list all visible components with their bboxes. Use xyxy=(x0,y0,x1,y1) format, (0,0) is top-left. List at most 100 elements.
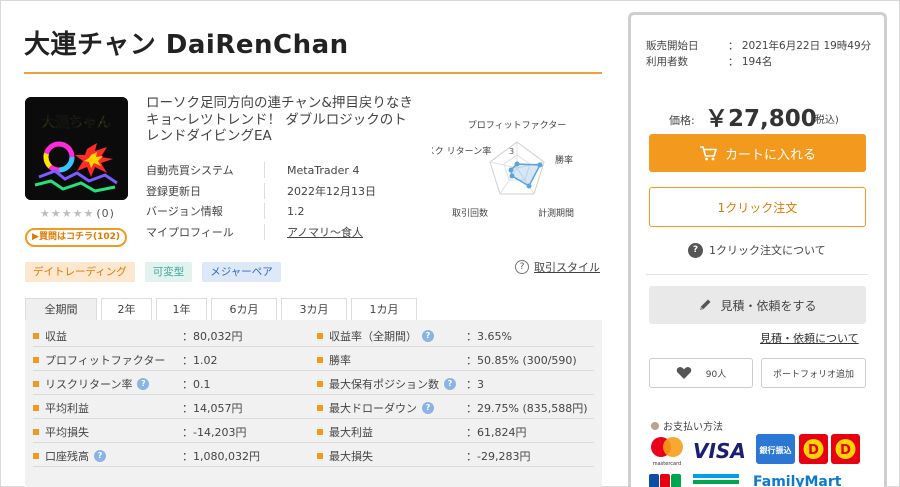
stat-label: 勝率 xyxy=(329,354,351,367)
tab-3-months[interactable]: 3カ月 xyxy=(281,298,347,320)
bullet-icon xyxy=(317,357,323,363)
stat-value: ：0.1 xyxy=(182,378,211,391)
one-click-about-label: 1クリック注文について xyxy=(709,244,826,257)
users-value: ： 194名 xyxy=(728,55,773,68)
help-icon[interactable]: ? xyxy=(422,402,434,414)
bullet-icon xyxy=(651,421,659,430)
help-icon[interactable]: ? xyxy=(444,378,456,390)
radar-label-left: リスク リターン率 xyxy=(432,145,491,157)
stat-value: ：1,080,032円 xyxy=(182,450,260,463)
help-icon: ? xyxy=(515,260,529,274)
daily-yamazaki-icon: D xyxy=(799,434,828,464)
tab-1-month[interactable]: 1カ月 xyxy=(351,298,417,320)
familymart-label: FamilyMart xyxy=(753,474,842,487)
info-row-system: 自動売買システム MetaTrader 4 xyxy=(146,160,406,181)
bullet-icon xyxy=(317,405,323,411)
product-icon: 大連ちゃん xyxy=(25,97,128,200)
tag-variable[interactable]: 可変型 xyxy=(144,262,193,282)
stat-label: 最大ドローダウン xyxy=(329,402,417,415)
stat-value: ：14,057円 xyxy=(182,402,243,415)
performance-radar: 3 プロフィットファクター 勝率 計測期間 取引回数 リスク リターン率 xyxy=(417,118,602,230)
add-to-cart-label: カートに入れる xyxy=(724,147,816,163)
price-value: ￥27,800 xyxy=(705,106,817,132)
tab-2-years[interactable]: 2年 xyxy=(101,298,152,320)
stat-label: 最大保有ポジション数 xyxy=(329,378,439,391)
stat-value: ：-29,283円 xyxy=(466,450,531,463)
radar-label-bottom-right: 計測期間 xyxy=(538,207,574,219)
help-icon[interactable]: ? xyxy=(137,378,150,390)
stats-table: 収益 ：80,032円 収益率（全期間）? ：3.65% プロフィットファクター… xyxy=(25,320,602,487)
rating-count: (0) xyxy=(96,207,115,220)
heart-icon xyxy=(676,367,691,379)
stat-value: ：-14,203円 xyxy=(182,426,247,439)
page-title: 大連チャン DaiRenChan xyxy=(24,30,349,60)
payment-logos: mastercard VISA 銀行振込 D D FamilyMart xyxy=(649,434,869,487)
bullet-icon xyxy=(33,357,39,363)
info-label: 自動売買システム xyxy=(146,164,234,178)
radar-label-top: プロフィットファクター xyxy=(468,120,566,131)
stat-value: ：3 xyxy=(466,378,484,391)
title-underline xyxy=(24,72,602,74)
bullet-icon xyxy=(33,333,39,339)
sale-start-label: 販売開始日 xyxy=(646,39,699,52)
tag-major-pair[interactable]: メジャーペア xyxy=(202,262,281,282)
radar-scale-label: 3 xyxy=(509,147,514,156)
rating-stars: ★★★★★ xyxy=(40,207,95,220)
bullet-icon xyxy=(317,429,323,435)
one-click-order-button[interactable]: 1クリック注文 xyxy=(649,187,866,227)
radar-label-bottom-left: 取引回数 xyxy=(452,207,488,219)
help-icon[interactable]: ? xyxy=(422,330,434,342)
stat-value: ：61,824円 xyxy=(466,426,527,439)
bullet-icon xyxy=(33,429,39,435)
stat-label: 平均利益 xyxy=(45,402,89,415)
sale-meta: 販売開始日 ： 2021年6月22日 19時49分 利用者数 ： 194名 xyxy=(646,37,871,69)
product-info-list: 自動売買システム MetaTrader 4 登録更新日 2022年12月13日 … xyxy=(146,160,406,242)
quote-about-link[interactable]: 見積・依頼について xyxy=(760,330,859,346)
radar-point xyxy=(514,161,520,167)
info-divider xyxy=(264,162,265,179)
stat-value: ：1.02 xyxy=(182,354,218,367)
tab-all-period[interactable]: 全期間 xyxy=(25,298,97,320)
info-value: 2022年12月13日 xyxy=(287,184,376,198)
svg-text:D: D xyxy=(808,443,819,458)
stat-label: 収益率（全期間） xyxy=(329,330,417,343)
help-icon[interactable]: ? xyxy=(94,450,106,462)
familymart-icon: FamilyMart xyxy=(693,474,842,487)
buyer-questions-button[interactable]: ▶買問はコチラ(102) xyxy=(25,228,127,247)
pen-icon xyxy=(700,299,711,310)
tab-1-year[interactable]: 1年 xyxy=(156,298,207,320)
info-divider xyxy=(264,203,265,220)
payment-title-label: お支払い方法 xyxy=(663,422,723,433)
payment-methods-title: お支払い方法 xyxy=(651,418,723,433)
tag-daytrading[interactable]: デイトレーディング xyxy=(25,262,135,282)
help-icon: ? xyxy=(688,242,703,258)
table-row: リスクリターン率? ：0.1 最大保有ポジション数? ：3 xyxy=(25,370,602,393)
radar-point xyxy=(509,173,515,179)
table-row: 口座残高? ：1,080,032円 最大損失 ：-29,283円 xyxy=(25,442,602,465)
trade-style-link[interactable]: ? 取引スタイル xyxy=(515,259,600,275)
stat-label: 収益 xyxy=(45,330,67,343)
visa-icon: VISA xyxy=(693,439,746,463)
price-label: 価格: xyxy=(669,114,695,127)
mastercard-label: mastercard xyxy=(653,461,681,467)
bullet-icon xyxy=(317,333,323,339)
bullet-icon xyxy=(317,453,323,459)
tab-6-months[interactable]: 6カ月 xyxy=(211,298,277,320)
profile-link[interactable]: アノマリ～食人 xyxy=(287,224,363,240)
table-row: プロフィットファクター ：1.02 勝率 ：50.85% (300/590) xyxy=(25,346,602,369)
bank-transfer-icon: 銀行振込 xyxy=(756,434,795,464)
bullet-icon xyxy=(317,381,323,387)
trade-style-label: 取引スタイル xyxy=(534,261,600,274)
add-to-cart-button[interactable]: カートに入れる xyxy=(649,134,866,172)
one-click-about-link[interactable]: ? 1クリック注文について xyxy=(688,242,826,258)
favorite-button[interactable]: 90人 xyxy=(649,358,753,388)
stat-label: リスクリターン率 xyxy=(45,378,133,391)
stat-label: 最大利益 xyxy=(329,426,373,439)
stat-value: ：29.75% (835,588円) xyxy=(466,402,588,415)
radar-series xyxy=(510,163,542,188)
info-row-updated: 登録更新日 2022年12月13日 xyxy=(146,181,406,202)
request-quote-button[interactable]: 見積・依頼をする xyxy=(649,286,866,324)
period-tabs: 全期間 2年 1年 6カ月 3カ月 1カ月 xyxy=(25,298,417,320)
product-icon-label: 大連ちゃん xyxy=(41,114,111,131)
add-portfolio-button[interactable]: ポートフォリオ追加 xyxy=(761,358,866,388)
